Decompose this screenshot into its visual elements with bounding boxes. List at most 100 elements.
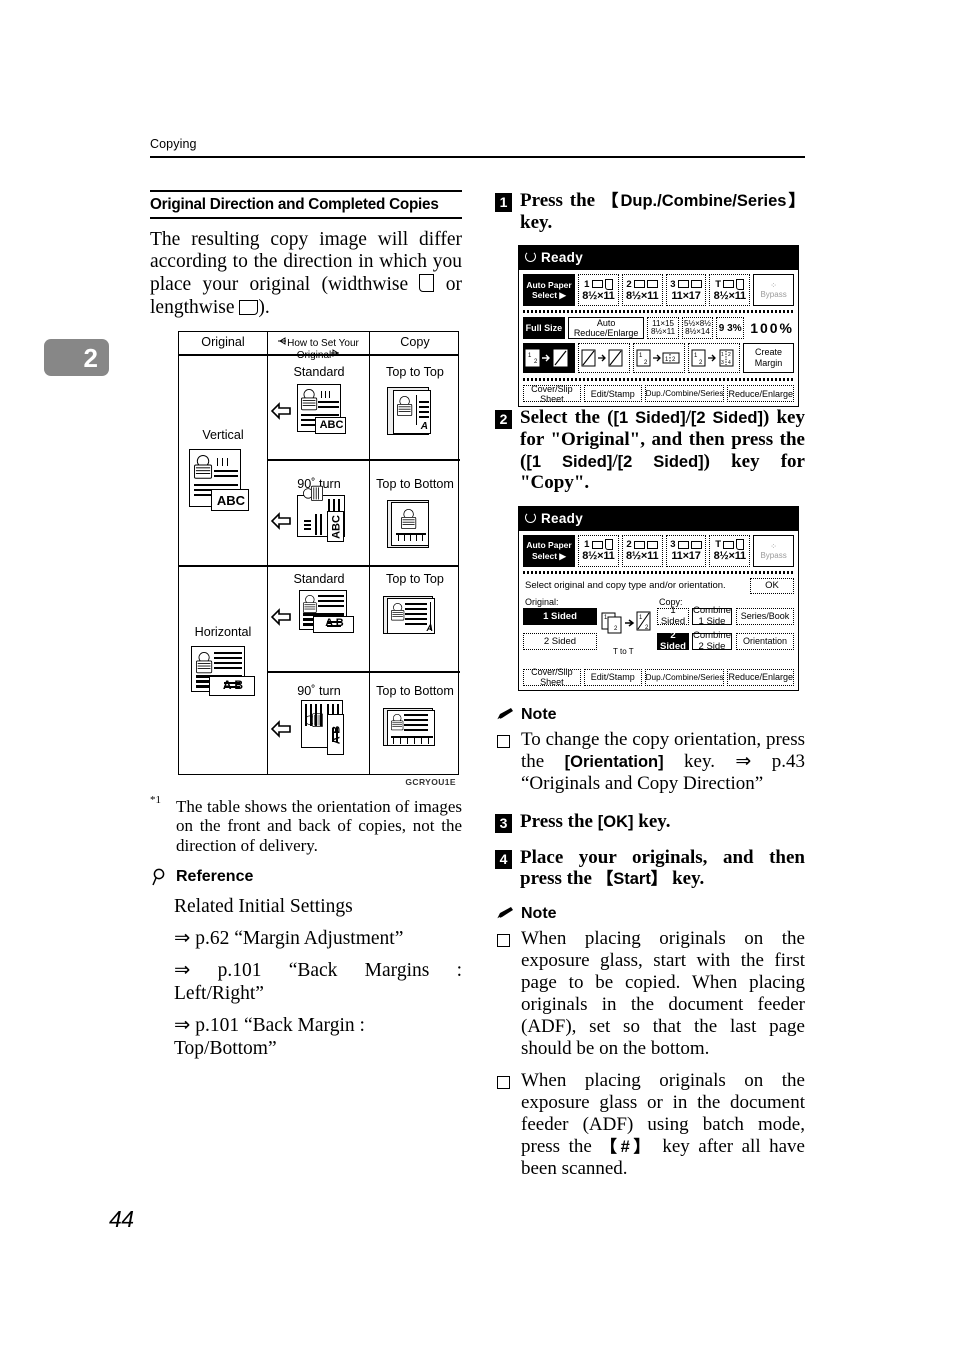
lcd-panel-1[interactable]: Ready Auto Paper Select ▶ 1 8½×11 2 8½×11 … [518, 245, 799, 408]
lcd2-tab-reduce-enlarge[interactable]: Reduce/Enlarge [727, 668, 794, 686]
reference-link-0: ⇒ p.62 “Margin Adjustment” [174, 927, 404, 949]
lcd1-bypass-label: Bypass [760, 290, 787, 300]
lcd1-tab-dup-combine-series[interactable]: Dup./Combine/Series [644, 385, 725, 403]
lcd1-duplex-button-1[interactable]: 12 [523, 343, 575, 374]
section-rule-bottom [150, 217, 462, 219]
lcd2-tray-1-size: 8½×11 [582, 550, 615, 563]
lcd1-status-bar: Ready [519, 246, 798, 271]
lcd1-tray-1-button[interactable]: 1 8½×11 [578, 274, 619, 307]
step-4: 4 Place your originals, and then press t… [495, 847, 805, 890]
lcd-panel-2[interactable]: Ready Auto Paper Select ▶ 1 8½×11 2 8½×11 … [518, 505, 799, 691]
lcd2-tab-dup-combine-series[interactable]: Dup./Combine/Series [644, 668, 725, 686]
reference-heading-label: Reference [176, 867, 254, 885]
tray-icon [591, 540, 603, 549]
ready-icon [525, 511, 536, 523]
lcd1-duplex-button-3[interactable]: 1212 [633, 343, 685, 374]
lcd1-duplex-button-4[interactable]: 121234 [688, 343, 740, 374]
step-2-text-a: Select the ( [520, 407, 614, 429]
left-arrow-icon [271, 512, 291, 531]
note-bullet-icon [497, 734, 510, 748]
note-2-heading-label: Note [521, 905, 557, 922]
tray-icon [723, 280, 735, 289]
figure-col-header-how-to-set: How to Set Your Original [269, 337, 368, 361]
90turn-vertical-caption: ABC [330, 515, 343, 540]
lcd2-original-1-sided-button[interactable]: 1 Sided [523, 607, 597, 625]
lcd2-tab-cover-slip-sheet[interactable]: Cover/Slip Sheet [523, 667, 581, 687]
left-arrow-icon [271, 402, 291, 421]
figure-set-label-standard-vertical: Standard [293, 365, 345, 380]
lcd2-copy-2-sided-button[interactable]: 2 Sided [657, 630, 689, 652]
step-2: 2 Select the ([1 Sided]/[2 Sided]) key f… [495, 407, 805, 494]
lcd1-create-margin-button[interactable]: Create Margin [743, 343, 794, 374]
tray-icon [633, 280, 645, 289]
intro-paragraph: The resulting copy image will differ acc… [150, 229, 462, 319]
step-3-text-before: Press the [520, 811, 598, 833]
lcd1-auto-paper-select-button[interactable]: Auto Paper Select ▶ [523, 274, 575, 307]
lcd1-create-margin-l2: Margin [754, 358, 783, 369]
lcd2-tray-3-button[interactable]: 3 11×17 [665, 534, 707, 567]
tray-icon [677, 540, 689, 549]
footnote-text: The table shows the orientation of image… [176, 797, 462, 855]
note-1-item-0-key: [Orientation] [564, 752, 664, 771]
lcd2-tray-1-button[interactable]: 1 8½×11 [578, 534, 619, 567]
lcd1-duplex-button-2[interactable] [578, 343, 630, 374]
step-1-text: Press the 【Dup./Combine/Series】 key. [520, 190, 805, 233]
combine-2side-icon: 121 23 4 [691, 349, 734, 367]
lcd2-copy-1-sided-button[interactable]: 1 Sided [657, 605, 689, 627]
figure-col-header-original: Original [201, 335, 245, 350]
reference-link-1: ⇒ p.101 “Back Margins : Left/Right” [174, 959, 462, 1004]
lcd2-original-label: Original: [525, 596, 559, 607]
lcd2-tray-t-button[interactable]: T 8½×11 [709, 534, 751, 567]
note-1-heading: Note [495, 706, 805, 724]
lcd2-original-2-sided-button[interactable]: 2 Sided [523, 632, 597, 650]
lcd1-tray-2-button[interactable]: 2 8½×11 [621, 274, 663, 307]
lcd1-create-margin-l1: Create [754, 347, 782, 358]
lcd1-bypass-button[interactable]: ⁘ Bypass [753, 274, 794, 307]
step-2-key-d: [2 Sided] [617, 452, 704, 471]
lcd2-auto-paper-select-button[interactable]: Auto Paper Select ▶ [523, 534, 575, 567]
svg-text:4: 4 [728, 360, 731, 366]
lcd2-tray-2-size: 8½×11 [626, 550, 659, 563]
magnifier-icon [152, 868, 165, 886]
manual-page: Copying 2 44 Original Direction and Comp… [0, 0, 954, 1351]
lcd1-preset-2-button[interactable]: 5½×8½ 8½×14 [681, 317, 714, 340]
step-1-text-before: Press the [520, 190, 602, 211]
lcd2-message: Select original and copy type and/or ori… [525, 579, 726, 591]
lcd2-copy-combine-2-side-button[interactable]: Combine 2 Side [691, 630, 732, 652]
figure-result-label-top-to-bottom-horizontal: Top to Bottom [376, 684, 454, 699]
lcd1-full-size-button[interactable]: Full Size [523, 317, 565, 340]
ready-icon [525, 251, 536, 263]
lcd2-preview: 1 2 12 T to T [601, 607, 653, 665]
lcd1-auto-reduce-enlarge-button[interactable]: Auto Reduce/Enlarge [567, 317, 645, 340]
step-2-key-c: [1 Sided] [526, 452, 613, 471]
step-2-number: 2 [495, 410, 512, 430]
widthwise-icon [419, 274, 435, 292]
lcd2-ok-button[interactable]: OK [750, 577, 794, 594]
note-2-item-0-text: When placing originals on the exposure g… [521, 928, 805, 1060]
lcd2-orientation-button[interactable]: Orientation [736, 632, 794, 650]
lcd1-tray-3-num: 3 [670, 278, 676, 290]
lcd1-tab-reduce-enlarge[interactable]: Reduce/Enlarge [727, 385, 794, 403]
lcd2-copy-combine-1-side-button[interactable]: Combine 1 Side [691, 605, 732, 627]
lcd2-series-book-button[interactable]: Series/Book [736, 607, 794, 625]
reference-lead: Related Initial Settings [174, 895, 353, 917]
step-3-text: Press the [OK] key. [520, 811, 805, 833]
lcd1-preset-1-button[interactable]: 11×15 8½×11 [647, 317, 679, 340]
header-rule [150, 156, 805, 158]
lcd1-tray-t-button[interactable]: T 8½×11 [709, 274, 751, 307]
lcd2-tab-edit-stamp[interactable]: Edit/Stamp [583, 668, 642, 686]
lcd1-tray-3-button[interactable]: 3 11×17 [665, 274, 707, 307]
step-1: 1 Press the 【Dup./Combine/Series】 key. [495, 190, 805, 233]
lcd1-preset-3-button[interactable]: 9 3% [716, 317, 745, 340]
lcd1-tab-cover-slip-sheet[interactable]: Cover/Slip Sheet [523, 384, 581, 404]
step-1-key: 【Dup./Combine/Series】 [601, 192, 806, 210]
lcd2-tray-2-button[interactable]: 2 8½×11 [621, 534, 663, 567]
page-number: 44 [109, 1206, 134, 1232]
pencil-icon [496, 907, 513, 920]
lcd1-tab-edit-stamp[interactable]: Edit/Stamp [583, 385, 642, 403]
note-1-item-0: To change the copy orientation, press th… [495, 729, 805, 795]
lcd1-tray-t-size: 8½×11 [713, 289, 747, 302]
figure-id-label: GCRYOU1E [405, 777, 456, 788]
standard-vertical-caption: ABC [319, 419, 344, 432]
lcd2-bypass-button[interactable]: ⁘ Bypass [753, 534, 794, 567]
